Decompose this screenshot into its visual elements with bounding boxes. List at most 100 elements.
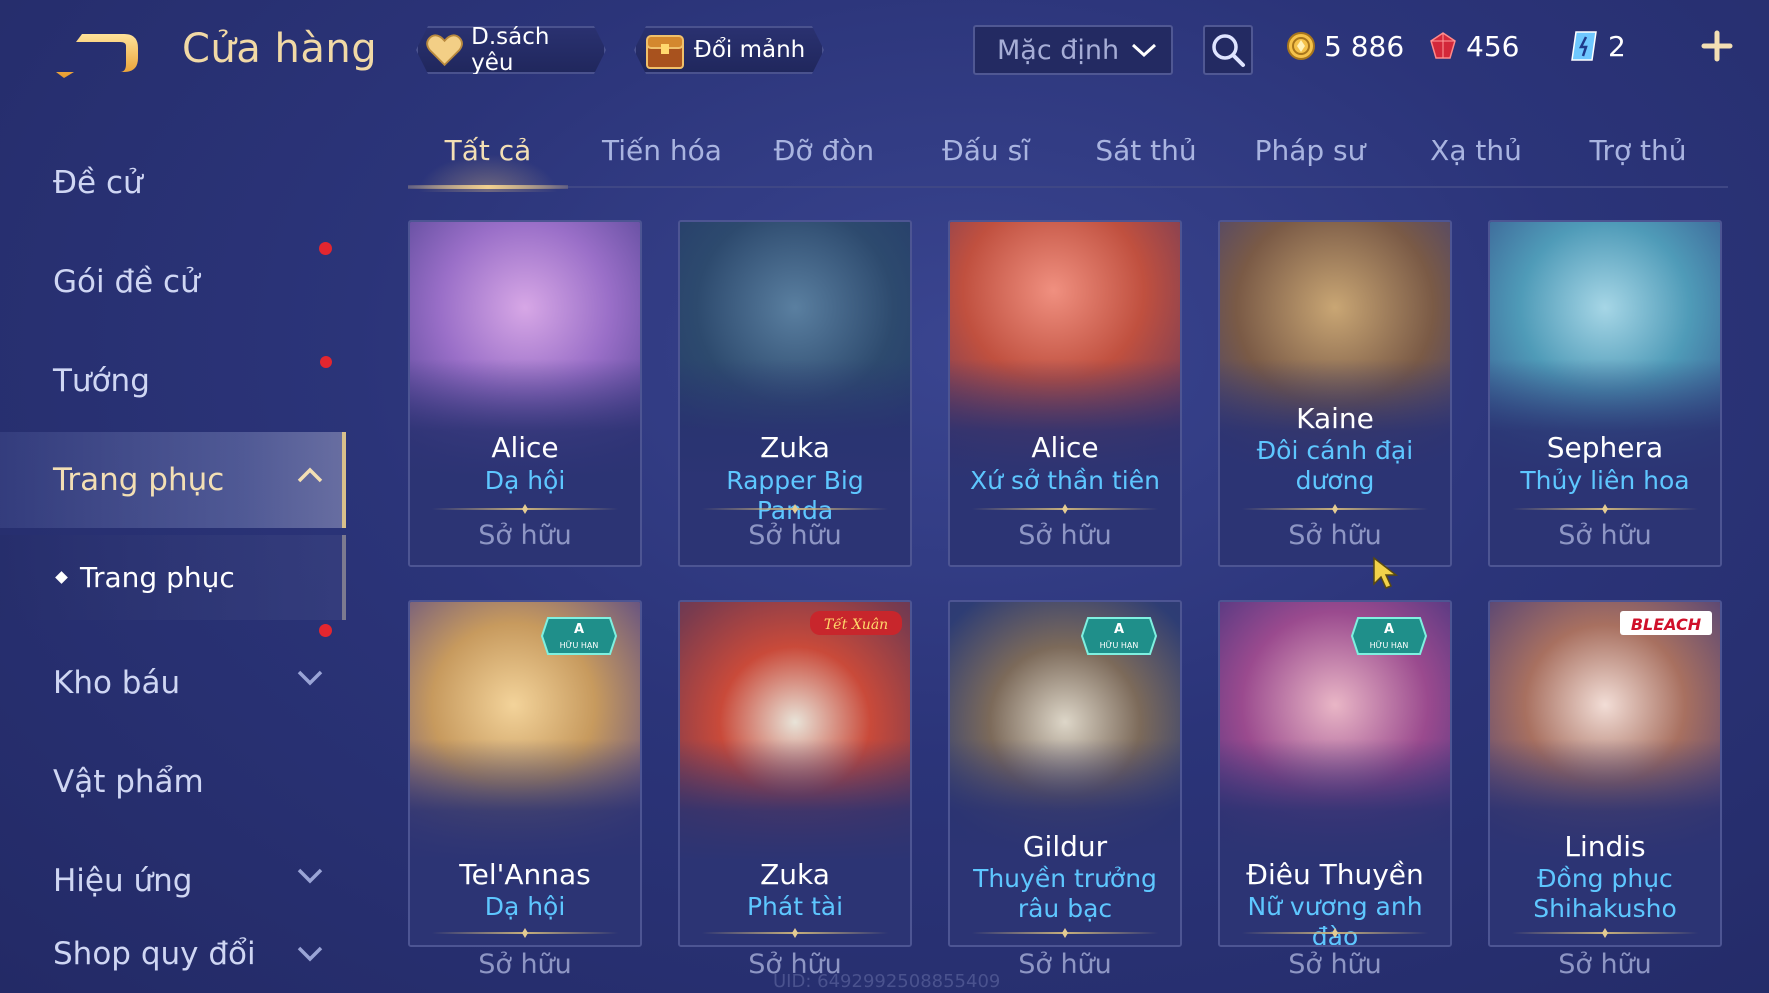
- gold-coin-icon: [1287, 32, 1315, 60]
- skin-grid: Alice Dạ hội Sở hữu Zuka Rapper Big Pand…: [408, 220, 1728, 993]
- hero-name: Điêu Thuyền: [1246, 858, 1424, 891]
- ruby-balance: 456: [1428, 26, 1519, 66]
- tab-support[interactable]: Trợ thủ: [1558, 134, 1718, 186]
- search-icon: [1212, 34, 1245, 67]
- hero-name: Zuka: [760, 431, 830, 464]
- tab-label: Đỡ đòn: [773, 134, 875, 167]
- skin-card[interactable]: Alice Xứ sở thần tiên Sở hữu: [948, 220, 1182, 567]
- sidebar-item-exchange-shop[interactable]: Shop quy đổi: [0, 915, 346, 993]
- sidebar-subitem-skins[interactable]: Trang phục: [0, 535, 346, 620]
- card-divider: [972, 508, 1158, 510]
- hero-name: Alice: [491, 431, 559, 464]
- skin-card[interactable]: Zuka Rapper Big Panda Sở hữu: [678, 220, 912, 567]
- skin-card[interactable]: A HỮU HẠN Điêu Thuyền Nữ vương anh đào: [1218, 600, 1452, 947]
- sidebar-item-label: Gói đề cử: [53, 264, 200, 300]
- svg-text:A: A: [1114, 622, 1124, 637]
- tab-label: Trợ thủ: [1589, 134, 1687, 167]
- svg-text:Tết Xuân: Tết Xuân: [824, 616, 888, 633]
- chevron-down-icon: [297, 868, 323, 884]
- skin-card[interactable]: A HỮU HẠN Gildur Thuyền trưởng râu bạc: [948, 600, 1182, 947]
- ruby-gem-icon: [1430, 32, 1456, 59]
- heart-icon: [426, 32, 463, 68]
- card-divider: [1242, 508, 1428, 510]
- add-currency-button[interactable]: [1697, 26, 1737, 66]
- exchange-label: Đổi mảnh: [694, 37, 806, 63]
- svg-text:A: A: [574, 622, 584, 637]
- sidebar-item-items[interactable]: Vật phẩm: [0, 734, 346, 830]
- tab-active-underline: [408, 185, 568, 189]
- tab-label: Xạ thủ: [1430, 134, 1522, 167]
- ownership-status: Sở hữu: [1558, 949, 1652, 980]
- search-button[interactable]: [1203, 25, 1253, 75]
- ownership-status: Sở hữu: [1288, 949, 1382, 980]
- svg-text:HỮU HẠN: HỮU HẠN: [560, 639, 599, 651]
- tab-assassin[interactable]: Sát thủ: [1066, 134, 1226, 186]
- limited-a-badge-icon: A HỮU HẠN: [540, 617, 618, 655]
- skin-name: Rapper Big Panda: [726, 466, 864, 525]
- skin-card[interactable]: BLEACH Lindis Đồng phục Shihakusho: [1488, 600, 1722, 947]
- wishlist-button[interactable]: D.sách yêu: [416, 26, 606, 74]
- mouse-cursor-icon: [1373, 556, 1399, 589]
- back-button[interactable]: [54, 28, 144, 82]
- notification-dot: [319, 242, 332, 255]
- wishlist-label: D.sách yêu: [471, 24, 550, 76]
- skin-card[interactable]: Sephera Thủy liên hoa Sở hữu: [1488, 220, 1722, 567]
- tab-tank[interactable]: Đỡ đòn: [744, 134, 904, 186]
- skin-card[interactable]: A HỮU HẠN Tel'Annas Dạ hội: [408, 600, 642, 947]
- voucher-ticket-icon: [1571, 31, 1597, 61]
- skin-card[interactable]: Alice Dạ hội Sở hữu: [408, 220, 642, 567]
- card-divider: [702, 508, 888, 510]
- sidebar-item-treasure[interactable]: Kho báu: [0, 635, 346, 731]
- bullet-icon: [55, 571, 68, 584]
- plus-icon: [1701, 30, 1733, 62]
- ownership-status: Sở hữu: [1288, 520, 1382, 551]
- sidebar-item-label: Kho báu: [53, 665, 181, 701]
- sidebar-item-label: Đề cử: [53, 165, 143, 201]
- sidebar-item-heroes[interactable]: Tướng: [0, 333, 346, 429]
- exchange-shards-button[interactable]: Đổi mảnh: [634, 26, 824, 74]
- sidebar-item-skins[interactable]: Trang phục: [0, 432, 346, 528]
- tab-label: Pháp sư: [1254, 134, 1366, 167]
- skin-name: Phát tài: [746, 892, 844, 921]
- ownership-status: Sở hữu: [478, 520, 572, 551]
- top-bar: Cửa hàng D.sách yêu Đổi mảnh Mặc định 5 …: [0, 0, 1769, 100]
- skin-name: Dạ hội: [484, 892, 566, 921]
- hero-name: Gildur: [1022, 830, 1108, 863]
- sidebar-item-label: Tướng: [53, 363, 150, 399]
- limited-a-badge-icon: A HỮU HẠN: [1080, 617, 1158, 655]
- tab-mage[interactable]: Pháp sư: [1230, 134, 1390, 186]
- skin-name: Đồng phục Shihakusho: [1533, 864, 1677, 923]
- hero-name: Tel'Annas: [459, 858, 591, 891]
- user-id-watermark: UID: 6492992508855409: [773, 971, 1001, 992]
- sort-value: Mặc định: [997, 34, 1120, 66]
- skin-name: Thủy liên hoa: [1520, 466, 1690, 495]
- chevron-down-icon: [297, 946, 323, 962]
- limited-a-badge-icon: A HỮU HẠN: [1350, 617, 1428, 655]
- skin-card[interactable]: Kaine Đôi cánh đại dương Sở hữu: [1218, 220, 1452, 567]
- tab-label: Tiến hóa: [602, 134, 722, 167]
- ownership-status: Sở hữu: [1558, 520, 1652, 551]
- skin-card[interactable]: Tết Xuân Zuka Phát tài: [678, 600, 912, 947]
- sidebar-item-label: Shop quy đổi: [53, 936, 256, 972]
- card-divider: [432, 508, 618, 510]
- gold-amount: 5 886: [1324, 29, 1405, 63]
- hero-name: Lindis: [1564, 830, 1646, 863]
- tab-evolution[interactable]: Tiến hóa: [582, 134, 742, 186]
- notification-dot: [319, 624, 332, 637]
- skin-name: Dạ hội: [484, 466, 566, 495]
- tab-marksman[interactable]: Xạ thủ: [1396, 134, 1556, 186]
- sort-dropdown[interactable]: Mặc định: [973, 25, 1173, 75]
- tab-fighter[interactable]: Đấu sĩ: [906, 134, 1066, 186]
- ruby-amount: 456: [1466, 29, 1520, 63]
- hero-name: Zuka: [760, 858, 830, 891]
- tab-label: Tất cả: [444, 134, 532, 167]
- card-divider: [972, 932, 1158, 934]
- tab-all[interactable]: Tất cả: [408, 134, 568, 192]
- voucher-amount: 2: [1608, 29, 1626, 63]
- sidebar-item-recommended-bundles[interactable]: Gói đề cử: [0, 234, 346, 368]
- ownership-status: Sở hữu: [1018, 520, 1112, 551]
- sidebar-item-recommended[interactable]: Đề cử: [0, 135, 346, 231]
- sidebar-subitem-label: Trang phục: [80, 561, 235, 594]
- event-badge-icon: Tết Xuân: [810, 611, 902, 635]
- role-tabs: Tất cả Tiến hóa Đỡ đòn Đấu sĩ Sát thủ Ph…: [408, 128, 1728, 192]
